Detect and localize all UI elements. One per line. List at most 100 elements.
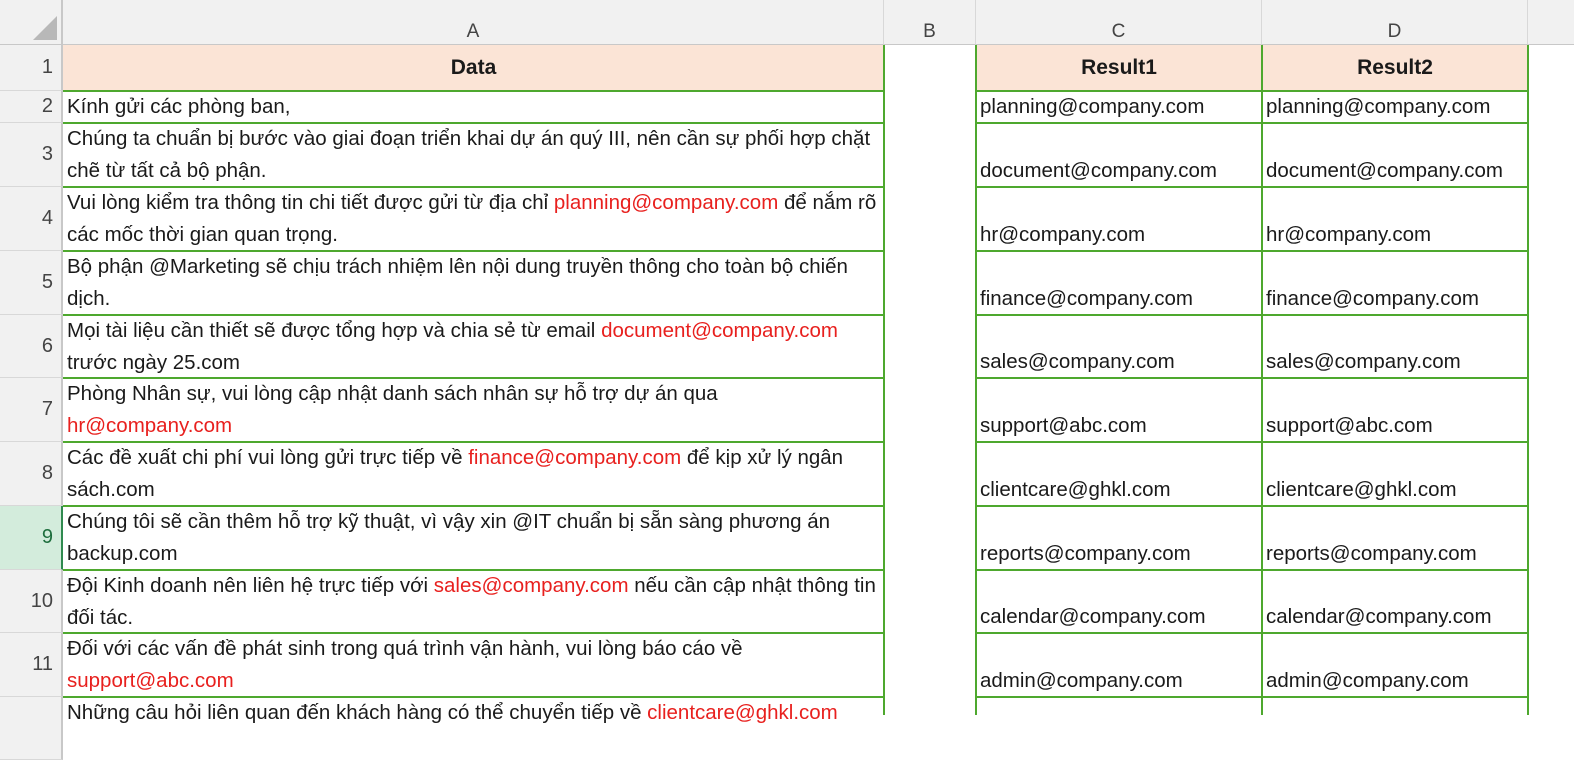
row-header[interactable]: 9: [0, 506, 63, 570]
text-segment: Kính gửi các phòng ban,: [67, 95, 291, 118]
email-highlight: clientcare@ghkl.com: [647, 701, 838, 724]
data-cell-text: Phòng Nhân sự, vui lòng cập nhật danh sá…: [67, 378, 880, 442]
data-cell[interactable]: Phòng Nhân sự, vui lòng cập nhật danh sá…: [63, 378, 884, 442]
result2-cell[interactable]: clientcare@ghkl.com: [1262, 442, 1528, 506]
gridline-horizontal: [976, 314, 1528, 316]
data-cell[interactable]: Kính gửi các phòng ban,: [63, 91, 884, 123]
gridline-horizontal: [976, 569, 1528, 571]
text-segment: Những câu hỏi liên quan đến khách hàng c…: [67, 701, 648, 724]
result2-cell[interactable]: finance@company.com: [1262, 251, 1528, 315]
gridline-horizontal: [63, 632, 884, 634]
text-segment: Mọi tài liệu cần thiết sẽ được tổng hợp …: [67, 319, 602, 342]
result1-cell[interactable]: clientcare@ghkl.com: [976, 442, 1262, 506]
gridline-horizontal: [63, 122, 884, 124]
result2-cell[interactable]: planning@company.com: [1262, 91, 1528, 123]
gridline-horizontal: [63, 441, 884, 443]
gridline-horizontal: [976, 186, 1528, 188]
data-cell-text: Các đề xuất chi phí vui lòng gửi trực ti…: [67, 442, 880, 506]
row-header[interactable]: 6: [0, 315, 63, 378]
gridline-horizontal: [63, 250, 884, 252]
data-cell[interactable]: Bộ phận @Marketing sẽ chịu trách nhiệm l…: [63, 251, 884, 315]
data-cell-text: Bộ phận @Marketing sẽ chịu trách nhiệm l…: [67, 251, 880, 315]
result1-cell[interactable]: calendar@company.com: [976, 570, 1262, 633]
row-header[interactable]: 10: [0, 570, 63, 633]
row-header[interactable]: 3: [0, 123, 63, 187]
data-cell[interactable]: Mọi tài liệu cần thiết sẽ được tổng hợp …: [63, 315, 884, 378]
gridline-horizontal: [63, 696, 884, 698]
data-cell[interactable]: Đội Kinh doanh nên liên hệ trực tiếp với…: [63, 570, 884, 633]
row-header[interactable]: [0, 697, 63, 760]
select-all-triangle-icon: [33, 16, 57, 40]
gridline-horizontal: [976, 90, 1528, 92]
select-all-corner[interactable]: [0, 0, 63, 45]
column-header-empty: [1528, 0, 1574, 45]
row-header[interactable]: 5: [0, 251, 63, 315]
text-segment: Đối với các vấn đề phát sinh trong quá t…: [67, 637, 743, 660]
data-cell-text: Đội Kinh doanh nên liên hệ trực tiếp với…: [67, 570, 880, 633]
result1-cell[interactable]: hr@company.com: [976, 187, 1262, 251]
email-highlight: sales@company.com: [433, 574, 629, 597]
data-cell[interactable]: Chúng ta chuẩn bị bước vào giai đoạn tri…: [63, 123, 884, 187]
header-cell-result2[interactable]: Result2: [1262, 45, 1528, 91]
result2-cell[interactable]: admin@company.com: [1262, 633, 1528, 697]
data-cell[interactable]: Đối với các vấn đề phát sinh trong quá t…: [63, 633, 884, 697]
data-cell[interactable]: Những câu hỏi liên quan đến khách hàng c…: [63, 697, 884, 760]
row-header[interactable]: 4: [0, 187, 63, 251]
result1-cell[interactable]: reports@company.com: [976, 506, 1262, 570]
text-segment: trước ngày 25.com: [67, 351, 241, 374]
gridline-vertical: [883, 45, 885, 715]
result1-cell[interactable]: document@company.com: [976, 123, 1262, 187]
email-highlight: document@company.com: [601, 319, 838, 342]
row-header[interactable]: 1: [0, 45, 63, 91]
text-segment: Chúng tôi sẽ cần thêm hỗ trợ kỹ thuật, v…: [67, 510, 831, 565]
gridline-horizontal: [63, 314, 884, 316]
gridline-horizontal: [63, 505, 884, 507]
text-segment: Chúng ta chuẩn bị bước vào giai đoạn tri…: [67, 127, 871, 182]
gridline-horizontal: [63, 377, 884, 379]
gridline-horizontal: [63, 90, 884, 92]
gridline-horizontal: [976, 250, 1528, 252]
gridline-horizontal: [976, 632, 1528, 634]
text-segment: Vui lòng kiểm tra thông tin chi tiết đượ…: [67, 191, 554, 214]
text-segment: Đội Kinh doanh nên liên hệ trực tiếp với: [67, 574, 434, 597]
data-cell-text: Vui lòng kiểm tra thông tin chi tiết đượ…: [67, 187, 880, 251]
result1-cell[interactable]: planning@company.com: [976, 91, 1262, 123]
result2-cell[interactable]: hr@company.com: [1262, 187, 1528, 251]
data-cell[interactable]: Các đề xuất chi phí vui lòng gửi trực ti…: [63, 442, 884, 506]
gridline-vertical: [1261, 45, 1263, 715]
result2-cell[interactable]: support@abc.com: [1262, 378, 1528, 442]
column-header-b[interactable]: B: [884, 0, 976, 45]
column-header-c[interactable]: C: [976, 0, 1262, 45]
data-cell-text: Kính gửi các phòng ban,: [67, 91, 290, 123]
data-cell-text: Những câu hỏi liên quan đến khách hàng c…: [67, 697, 838, 729]
data-cell[interactable]: Vui lòng kiểm tra thông tin chi tiết đượ…: [63, 187, 884, 251]
email-highlight: planning@company.com: [553, 191, 779, 214]
column-header-d[interactable]: D: [1262, 0, 1528, 45]
gridline-horizontal: [976, 377, 1528, 379]
gridline-horizontal: [63, 186, 884, 188]
result2-cell[interactable]: document@company.com: [1262, 123, 1528, 187]
data-cell[interactable]: Chúng tôi sẽ cần thêm hỗ trợ kỹ thuật, v…: [63, 506, 884, 570]
row-header[interactable]: 7: [0, 378, 63, 442]
column-header-a[interactable]: A: [63, 0, 884, 45]
email-highlight: hr@company.com: [67, 414, 233, 437]
result1-cell[interactable]: finance@company.com: [976, 251, 1262, 315]
header-cell-data[interactable]: Data: [63, 45, 884, 91]
text-segment: Các đề xuất chi phí vui lòng gửi trực ti…: [67, 446, 469, 469]
header-cell-result1[interactable]: Result1: [976, 45, 1262, 91]
result1-cell[interactable]: support@abc.com: [976, 378, 1262, 442]
row-header[interactable]: 8: [0, 442, 63, 506]
row-header[interactable]: 11: [0, 633, 63, 697]
result1-cell[interactable]: sales@company.com: [976, 315, 1262, 378]
result2-cell[interactable]: reports@company.com: [1262, 506, 1528, 570]
result1-cell[interactable]: admin@company.com: [976, 633, 1262, 697]
gridline-horizontal: [976, 505, 1528, 507]
result2-cell[interactable]: sales@company.com: [1262, 315, 1528, 378]
text-segment: Phòng Nhân sự, vui lòng cập nhật danh sá…: [67, 382, 718, 405]
row-header[interactable]: 2: [0, 91, 63, 123]
gridline-horizontal: [976, 122, 1528, 124]
gridline-horizontal: [976, 696, 1528, 698]
result2-cell[interactable]: calendar@company.com: [1262, 570, 1528, 633]
data-cell-text: Đối với các vấn đề phát sinh trong quá t…: [67, 633, 880, 697]
gridline-horizontal: [63, 569, 884, 571]
